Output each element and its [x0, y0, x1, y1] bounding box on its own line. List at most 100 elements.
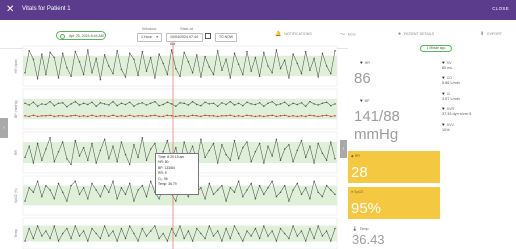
to-now-button[interactable]: TO NOW	[215, 33, 237, 42]
heart-icon: ♥	[442, 106, 445, 111]
data-point	[166, 240, 169, 242]
start-datetime-input[interactable]: 10/04/2024 07:44 AM	[166, 33, 203, 46]
notifications-button[interactable]: 🔔 NOTIFICATIONS	[275, 31, 312, 37]
data-point	[325, 159, 328, 161]
data-point	[95, 189, 97, 191]
start-label: Start at	[180, 26, 193, 31]
data-point	[309, 114, 311, 116]
window-select-value: 1 Hour	[141, 35, 152, 39]
calendar-icon[interactable]	[205, 33, 211, 39]
data-point	[49, 51, 51, 54]
data-point	[99, 78, 102, 81]
data-point	[221, 240, 223, 242]
data-point	[229, 187, 232, 189]
data-point	[95, 57, 97, 60]
data-point	[116, 49, 118, 52]
data-point	[53, 56, 56, 59]
data-point	[41, 159, 43, 161]
data-point	[24, 156, 26, 159]
data-point	[263, 105, 265, 107]
data-point	[103, 54, 106, 56]
export-button[interactable]: ⬇ EXPORT	[480, 31, 502, 37]
data-point	[70, 103, 72, 105]
vitals-chart[interactable]: HR (bpm) BP (mmHg) RR SpO2 (%) Temp	[13, 42, 339, 249]
data-point	[267, 145, 269, 147]
data-point	[28, 104, 30, 106]
data-point	[28, 187, 30, 189]
data-point	[191, 100, 194, 103]
data-point	[170, 227, 173, 230]
scroll-left-chevron-icon[interactable]: ‹	[0, 118, 8, 138]
data-point	[116, 198, 118, 200]
data-point	[154, 142, 156, 145]
data-point	[28, 145, 30, 147]
data-point	[309, 227, 311, 230]
data-point	[120, 141, 123, 143]
data-point	[237, 158, 240, 160]
data-point	[296, 115, 299, 118]
data-point	[53, 115, 56, 118]
data-point	[53, 104, 56, 107]
data-point	[53, 198, 56, 200]
data-point	[233, 225, 236, 227]
data-point	[196, 115, 198, 117]
bp-unit: mmHg	[354, 126, 399, 143]
data-point	[300, 102, 303, 104]
close-icon[interactable]: ✕	[6, 4, 14, 16]
data-point	[74, 100, 77, 103]
download-icon: ⬇	[480, 31, 485, 37]
data-point	[254, 227, 257, 230]
data-point	[120, 68, 123, 71]
data-point	[242, 104, 244, 107]
scroll-right-chevron-icon[interactable]: ›	[340, 140, 347, 158]
data-point	[49, 189, 51, 191]
data-point	[183, 237, 185, 240]
data-point	[196, 54, 198, 56]
data-point	[321, 235, 324, 237]
data-point	[292, 225, 294, 227]
data-point	[208, 66, 211, 68]
data-point	[162, 232, 164, 235]
data-point	[208, 182, 211, 185]
ecg-button[interactable]: 〜 ECG	[340, 31, 356, 38]
data-point	[296, 182, 299, 185]
data-point	[112, 145, 114, 147]
data-point	[212, 235, 215, 237]
data-point	[208, 103, 211, 105]
data-point	[237, 63, 240, 66]
data-point	[87, 198, 89, 200]
data-point	[28, 227, 30, 230]
data-point	[237, 180, 240, 182]
data-point	[82, 187, 85, 189]
date-selector[interactable]: Apr 25, 2024 8:44 AM	[56, 31, 106, 40]
data-point	[288, 77, 290, 79]
data-point	[53, 225, 56, 227]
data-point	[145, 159, 148, 161]
close-button[interactable]: CLOSE	[492, 6, 509, 11]
data-point	[246, 141, 248, 143]
patient-details-button[interactable]: ● PATIENT DETAILS	[398, 31, 434, 37]
data-point	[212, 142, 215, 145]
data-point	[200, 232, 202, 235]
data-point	[221, 102, 223, 104]
data-point	[304, 187, 307, 189]
data-point	[166, 101, 169, 103]
data-point	[271, 100, 273, 103]
window-select[interactable]: 1 Hour ▾	[137, 33, 162, 42]
data-point	[74, 225, 77, 227]
data-point	[330, 115, 332, 118]
chevron-down-icon: ▾	[156, 35, 158, 39]
data-point	[49, 237, 51, 240]
data-point	[170, 115, 173, 117]
data-point	[283, 101, 286, 103]
data-point	[99, 237, 102, 240]
data-point	[200, 115, 202, 118]
data-point	[137, 115, 139, 117]
data-point	[61, 102, 64, 104]
data-point	[313, 103, 315, 105]
data-point	[187, 115, 190, 118]
data-point	[242, 115, 244, 118]
data-point	[267, 115, 269, 117]
data-point	[225, 227, 227, 230]
y-axis-label-4: Temp	[14, 229, 18, 237]
